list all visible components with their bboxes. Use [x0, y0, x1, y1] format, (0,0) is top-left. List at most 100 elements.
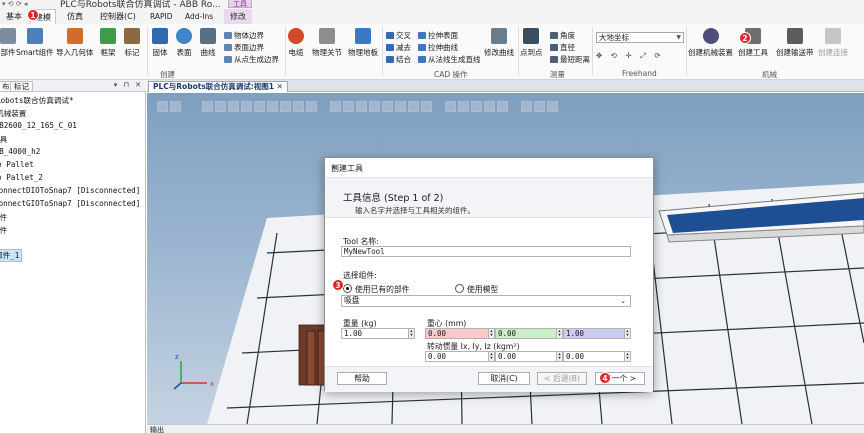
- select-icon[interactable]: [254, 101, 266, 112]
- radio-use-model[interactable]: [455, 284, 464, 293]
- tree-item[interactable]: IRB2600_12_165_C_01: [0, 121, 77, 130]
- cog-y-input[interactable]: 0.00 ▲ ▼: [495, 328, 563, 339]
- measure-icon[interactable]: [458, 101, 470, 112]
- help-button[interactable]: 帮助: [337, 372, 387, 385]
- radio-use-existing-label[interactable]: 使用已有的部件: [355, 284, 410, 295]
- snap-icon[interactable]: [343, 101, 355, 112]
- modify-curve-button[interactable]: 修改曲线: [484, 28, 514, 58]
- sim-icon[interactable]: [534, 101, 546, 112]
- component-button[interactable]: 部件: [0, 28, 16, 58]
- view-icon[interactable]: [170, 101, 181, 112]
- radio-use-existing[interactable]: [343, 284, 352, 293]
- extrude-surface-button[interactable]: 拉伸表面: [418, 30, 458, 41]
- body-edge-button[interactable]: 物体边界: [224, 30, 264, 41]
- physics-joint-button[interactable]: 物理关节: [312, 28, 342, 58]
- weight-input[interactable]: 1.00 ▲ ▼: [341, 328, 415, 339]
- tab-home[interactable]: 基本: [6, 9, 22, 24]
- physics-floor-button[interactable]: 物理地板: [348, 28, 378, 58]
- snap-icon[interactable]: [369, 101, 381, 112]
- measure-icon[interactable]: [484, 101, 496, 112]
- measure-icon[interactable]: [445, 101, 457, 112]
- tab-simulation[interactable]: 仿真: [67, 9, 83, 24]
- quick-access-icons[interactable]: ▾ ⟲ ⟳ ◂: [2, 0, 27, 8]
- select-icon[interactable]: [306, 101, 318, 112]
- viewport-toolbar[interactable]: [157, 101, 560, 117]
- select-icon[interactable]: [241, 101, 253, 112]
- tree-item[interactable]: ato Pallet: [0, 160, 34, 169]
- snap-icon[interactable]: [356, 101, 368, 112]
- extrude-curve-button[interactable]: 拉伸曲线: [418, 42, 458, 53]
- coordinate-system-combo[interactable]: 大地坐标 ▼: [596, 32, 684, 43]
- spinner-icon[interactable]: ▲ ▼: [488, 352, 494, 361]
- smart-component-button[interactable]: Smart组件: [16, 28, 54, 58]
- tree-item[interactable]: 组件: [0, 225, 7, 236]
- tree-item[interactable]: 机械装置: [0, 108, 26, 119]
- select-icon[interactable]: [202, 101, 214, 112]
- snap-icon[interactable]: [395, 101, 407, 112]
- surface-button[interactable]: 表面: [176, 28, 192, 58]
- min-distance-button[interactable]: 最短距离: [550, 54, 590, 65]
- tab-modify[interactable]: 修改: [224, 9, 252, 24]
- snap-icon[interactable]: [330, 101, 342, 112]
- select-icon[interactable]: [280, 101, 292, 112]
- wire-button[interactable]: 电缆: [288, 28, 304, 58]
- tab-view1[interactable]: PLC与Robots联合仿真调试:视图1 ✕: [148, 81, 288, 92]
- point-to-point-button[interactable]: 点到点: [520, 28, 543, 58]
- cog-z-input[interactable]: 1.00 ▲ ▼: [563, 328, 631, 339]
- diameter-button[interactable]: 直径: [550, 42, 575, 53]
- intersect-button[interactable]: 交叉: [386, 30, 411, 41]
- tab-addins[interactable]: Add-Ins: [185, 9, 213, 24]
- measure-icon[interactable]: [497, 101, 509, 112]
- cog-x-input[interactable]: 0.00 ▲ ▼: [425, 328, 495, 339]
- spinner-icon[interactable]: ▲ ▼: [556, 329, 562, 338]
- tab-tags[interactable]: 标记: [10, 81, 33, 92]
- tree-item[interactable]: 部件: [0, 212, 7, 223]
- panel-controls[interactable]: ▾ ⊓ ✕: [114, 81, 143, 89]
- solid-button[interactable]: 固体: [152, 28, 168, 58]
- select-icon[interactable]: [228, 101, 240, 112]
- tree-item-selected[interactable]: 部件_1: [0, 249, 23, 262]
- tree-item[interactable]: Robots联合仿真调试*: [0, 95, 74, 106]
- spinner-icon[interactable]: ▲ ▼: [408, 329, 414, 338]
- freehand-tool-icons[interactable]: ✥ ⟲ ✛ ⤢ ⟳: [596, 50, 664, 61]
- close-icon[interactable]: ✕: [331, 163, 646, 172]
- component-select[interactable]: 吸盘 ⌄: [341, 295, 631, 307]
- cancel-button[interactable]: 取消(C): [478, 372, 530, 385]
- snap-icon[interactable]: [408, 101, 420, 112]
- curve-button[interactable]: 曲线: [200, 28, 216, 58]
- snap-icon[interactable]: [382, 101, 394, 112]
- tree-item[interactable]: IRB_4000_h2: [0, 147, 40, 156]
- tree-item[interactable]: ConnectGIOToSnap7 [Disconnected]: [0, 199, 140, 208]
- frame-button[interactable]: 框架: [100, 28, 116, 58]
- create-mechanism-button[interactable]: 创建机械装置: [688, 28, 733, 58]
- sim-icon[interactable]: [547, 101, 559, 112]
- create-conveyor-button[interactable]: 创建输送带: [776, 28, 814, 58]
- tree-item[interactable]: 工具: [0, 134, 7, 145]
- tool-name-input[interactable]: MyNewTool: [341, 246, 631, 257]
- inertia-x-input[interactable]: 0.00 ▲ ▼: [425, 351, 495, 362]
- tree-item[interactable]: ConnectDIOToSnap7 [Disconnected]: [0, 186, 140, 195]
- snap-icon[interactable]: [421, 101, 433, 112]
- line-from-normal-button[interactable]: 从法线生成直线: [418, 54, 481, 65]
- view-icon[interactable]: [157, 101, 168, 112]
- create-connection-button[interactable]: 创建连接: [818, 28, 848, 58]
- angle-button[interactable]: 角度: [550, 30, 575, 41]
- union-button[interactable]: 结合: [386, 54, 411, 65]
- sim-icon[interactable]: [521, 101, 533, 112]
- inertia-z-input[interactable]: 0.00 ▲ ▼: [563, 351, 631, 362]
- target-button[interactable]: 标记: [124, 28, 140, 58]
- import-geometry-button[interactable]: 导入几何体: [56, 28, 94, 58]
- select-icon[interactable]: [215, 101, 227, 112]
- spinner-icon[interactable]: ▲ ▼: [624, 329, 630, 338]
- subtract-button[interactable]: 减去: [386, 42, 411, 53]
- surface-edge-button[interactable]: 表面边界: [224, 42, 264, 53]
- spinner-icon[interactable]: ▲ ▼: [488, 329, 494, 338]
- measure-icon[interactable]: [471, 101, 483, 112]
- select-icon[interactable]: [267, 101, 279, 112]
- spinner-icon[interactable]: ▲ ▼: [556, 352, 562, 361]
- inertia-y-input[interactable]: 0.00 ▲ ▼: [495, 351, 563, 362]
- back-button[interactable]: < 后退(B): [537, 372, 587, 385]
- select-icon[interactable]: [293, 101, 305, 112]
- tab-output[interactable]: 输出: [150, 425, 164, 433]
- close-icon[interactable]: ✕: [277, 82, 283, 91]
